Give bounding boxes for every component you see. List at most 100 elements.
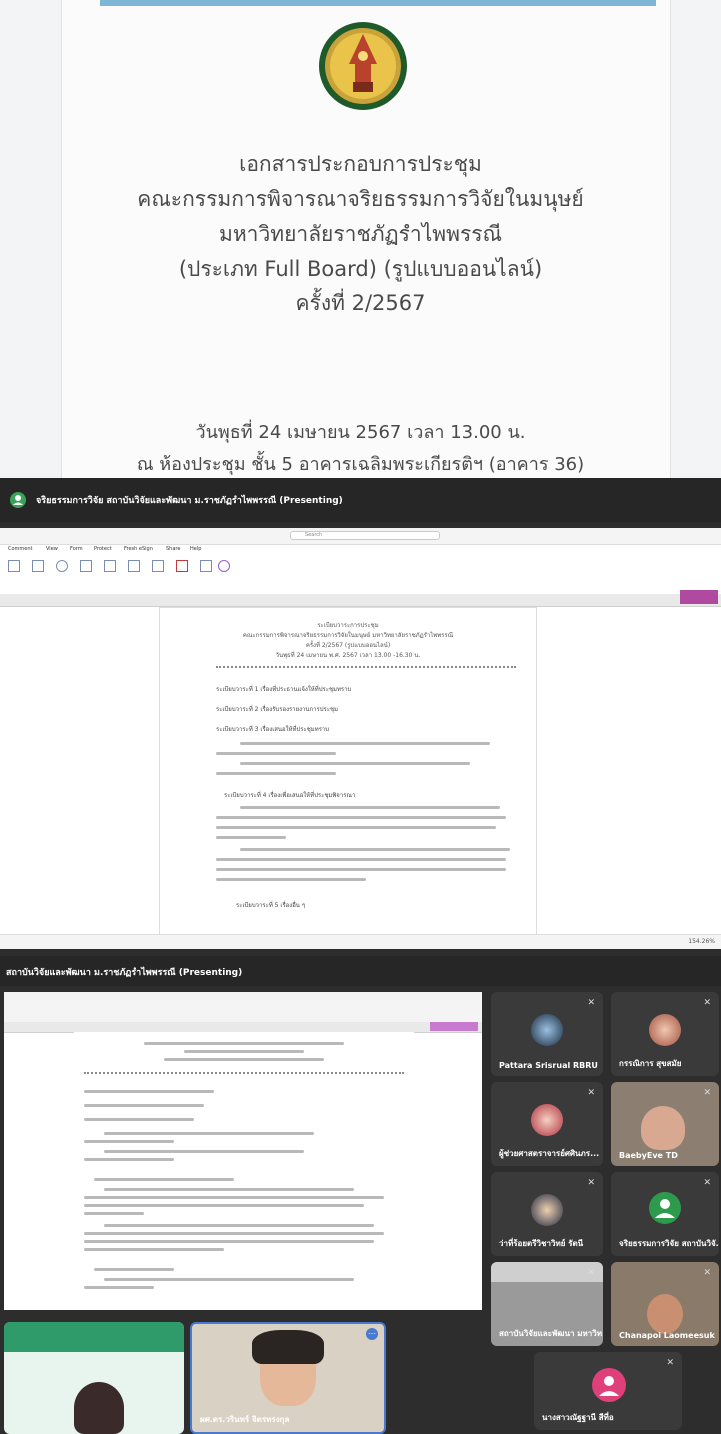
participant-name: ผู้ช่วยศาสตราจารย์ศศินภร... [499,1149,600,1158]
agenda-5: ระเบียบวาระที่ 5 เรื่องอื่น ๆ [236,902,306,909]
doc-title: ระเบียบวาระการประชุม [317,622,379,629]
text-line [144,1042,344,1045]
participant-name: นางสาวณัฐฐานี สีที่อ [542,1413,614,1422]
toolbar-icon[interactable] [104,560,116,572]
university-seal-icon [319,22,407,110]
text-line [84,1118,194,1121]
mini-page [74,1032,414,1302]
cover-line-4: (ประเภท Full Board) (รูปแบบออนไลน์) [178,257,543,281]
mic-muted-icon: ✕ [587,1268,595,1278]
menu-bar: Comment View Form Protect Fresh eSign Sh… [0,546,721,556]
participant-tile[interactable]: ✕ กรรณิการ สุขสมัย [611,992,719,1076]
participant-name: สถาบันวิจัยและพัฒนา มหาวิท... [499,1329,603,1338]
video-background [491,1262,603,1282]
text-line [164,1058,324,1061]
text-line [216,772,336,775]
toolbar-icon[interactable] [80,560,92,572]
document-page: ระเบียบวาระการประชุม คณะกรรมการพิจารณาจร… [160,608,536,948]
agenda-2: ระเบียบวาระที่ 2 เรื่องรับรองรายงานการปร… [216,706,339,713]
divider [216,666,516,668]
menu-protect[interactable]: Protect [94,546,112,552]
menu-fresh-esign[interactable]: Fresh eSign [124,546,153,552]
text-line [216,826,496,829]
menu-view[interactable]: View [46,546,58,552]
menu-share[interactable]: Share [166,546,180,552]
more-options-icon[interactable]: ⋯ [366,1328,378,1340]
presenter-name: จริยธรรมการวิจัย สถาบันวิจัยและพัฒนา ม.ร… [36,496,343,506]
participant-hair [252,1330,324,1364]
participant-tile[interactable]: ✕ ว่าที่ร้อยตรีวิชาวิทย์ รัตนี [491,1172,603,1256]
text-line [240,848,510,851]
user-avatar-icon [592,1368,626,1402]
menu-form[interactable]: Form [70,546,83,552]
toolbar-icon[interactable] [152,560,164,572]
toolbar-icon[interactable] [128,560,140,572]
avatar [531,1194,563,1226]
user-avatar-icon [10,492,26,508]
presenter-header: จริยธรรมการวิจัย สถาบันวิจัยและพัฒนา ม.ร… [0,478,721,522]
mic-muted-icon: ✕ [587,1178,595,1188]
highlight-icon[interactable] [176,560,188,572]
cover-top-border [100,0,656,6]
window-titlebar: Search [0,528,721,545]
avatar [531,1014,563,1046]
text-line [216,816,506,819]
text-line [104,1132,314,1135]
active-speaker-tile[interactable]: ⋯ ผศ.ดร.วรินทร์ จิตรทรงกุล [190,1322,386,1434]
text-line [104,1278,354,1281]
text-line [84,1204,364,1207]
menu-comment[interactable]: Comment [8,546,33,552]
toolbar-icon[interactable] [8,560,20,572]
toolbar-icon[interactable] [32,560,44,572]
meeting-gallery-panel: สถาบันวิจัยและพัฒนา ม.ราชภัฏรำไพพรรณี (P… [0,956,721,1434]
meeting-presenter: สถาบันวิจัยและพัฒนา ม.ราชภัฏรำไพพรรณี (P… [6,968,243,978]
participant-name: ว่าที่ร้อยตรีวิชาวิทย์ รัตนี [499,1239,584,1248]
doc-subtitle: คณะกรรมการพิจารณาจริยธรรมการวิจัยในมนุษย… [242,632,454,639]
participant-name: จริยธรรมการวิจัย สถาบันวิจั... [619,1239,719,1248]
participant-tile[interactable]: ✕ จริยธรรมการวิจัย สถาบันวิจั... [611,1172,719,1256]
mic-muted-icon: ✕ [587,998,595,1008]
text-line [184,1050,304,1053]
text-line [84,1196,384,1199]
text-line [240,806,500,809]
text-line [84,1240,374,1243]
text-line [216,836,286,839]
participant-video-tile[interactable]: ✕ BaebyEve TD [611,1082,719,1166]
text-line [94,1178,234,1181]
document-tabs [0,590,721,607]
ai-icon[interactable] [218,560,230,572]
agenda-1: ระเบียบวาระที่ 1 เรื่องที่ประธานแจ้งให้ท… [216,686,352,693]
text-line [240,762,470,765]
participant-video-tile[interactable] [4,1322,184,1434]
shared-screen-thumbnail[interactable] [4,992,482,1310]
mic-muted-icon: ✕ [703,1088,711,1098]
participant-video-tile[interactable]: ✕ Chanapoi Laomeesuk [611,1262,719,1346]
text-line [216,858,506,861]
participant-face [647,1294,683,1334]
zoom-level[interactable]: 154.26% [688,938,715,945]
text-line [84,1286,154,1289]
text-line [216,878,366,881]
mini-toolbar [4,992,482,1023]
text-line [84,1090,214,1093]
toolbar-icon[interactable] [200,560,212,572]
text-line [216,868,506,871]
participant-tile[interactable]: ✕ Pattara Srisrual RBRU [491,992,603,1076]
mic-muted-icon: ✕ [587,1088,595,1098]
cover-line-2: คณะกรรมการพิจารณาจริยธรรมการวิจัยในมนุษย… [137,187,584,211]
participant-tile[interactable]: ✕ ผู้ช่วยศาสตราจารย์ศศินภร... [491,1082,603,1166]
participant-name: Chanapoi Laomeesuk [619,1331,715,1340]
participant-figure [74,1382,124,1434]
toolbar-icon[interactable] [56,560,68,572]
cover-date: วันพุธที่ 24 เมษายน 2567 เวลา 13.00 น. [195,422,526,443]
participant-name: กรรณิการ สุขสมัย [619,1059,682,1068]
side-badge [430,1022,478,1031]
participant-video-tile[interactable]: ✕ สถาบันวิจัยและพัฒนา มหาวิท... [491,1262,603,1346]
cover-place: ณ ห้องประชุม ชั้น 5 อาคารเฉลิมพระเกียรติ… [136,454,585,475]
search-input[interactable]: Search [290,531,440,540]
participant-name: Pattara Srisrual RBRU [499,1061,598,1070]
menu-help[interactable]: Help [190,546,201,552]
text-line [84,1232,384,1235]
participant-tile[interactable]: ✕ นางสาวณัฐฐานี สีที่อ [534,1352,682,1430]
status-bar: 154.26% [0,934,721,949]
